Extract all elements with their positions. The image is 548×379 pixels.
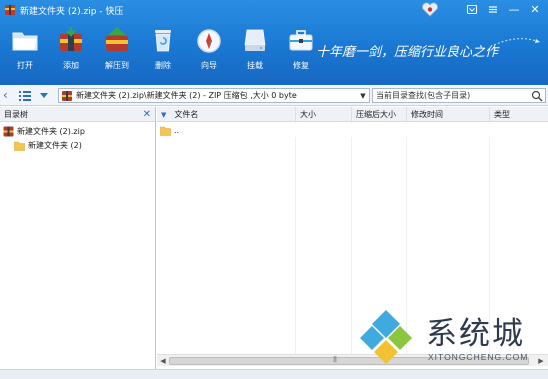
trash-icon xyxy=(155,30,171,52)
extract-archive-icon xyxy=(106,27,128,51)
scroll-left-icon[interactable]: ◀ xyxy=(158,356,168,366)
mount-label: 挂载 xyxy=(247,61,263,70)
add-archive-icon xyxy=(60,27,82,51)
window-title: 新建文件夹 (2).zip - 快压 xyxy=(20,6,124,17)
watermark-subtitle: XITONGCHENG.COM xyxy=(428,352,529,362)
skin-button[interactable] xyxy=(463,1,481,18)
tree-node-label: 新建文件夹 (2).zip xyxy=(17,126,85,136)
app-logo-icon xyxy=(5,5,15,15)
extract-button[interactable]: 解压到 xyxy=(94,25,140,75)
window-controls: — ✕ xyxy=(463,1,544,18)
tree-node-label: 新建文件夹 (2) xyxy=(28,140,82,150)
skin-heart-icon[interactable] xyxy=(420,1,440,18)
wizard-button[interactable]: 向导 xyxy=(186,25,232,75)
tree-node-archive[interactable]: 新建文件夹 (2).zip xyxy=(0,124,155,138)
column-divider xyxy=(295,122,296,354)
zip-archive-icon xyxy=(62,90,72,101)
view-list-icon[interactable] xyxy=(18,89,32,102)
minimize-button[interactable]: — xyxy=(505,1,523,18)
add-label: 添加 xyxy=(63,61,79,70)
scroll-grip-icon: ||| xyxy=(333,356,337,363)
back-arrow-icon[interactable]: ‹ xyxy=(3,89,13,102)
tree-title: 目录树 xyxy=(4,109,28,119)
address-bar: ‹ 新建文件夹 (2).zip\新建文件夹 (2) - ZIP 压缩包 ,大小 … xyxy=(0,85,548,106)
path-box[interactable]: 新建文件夹 (2).zip\新建文件夹 (2) - ZIP 压缩包 ,大小 0 … xyxy=(58,88,370,103)
list-header: ▼ 文件名 大小 压缩后大小 修改时间 类型 xyxy=(157,107,548,122)
repair-label: 修复 xyxy=(293,61,309,70)
column-label: 文件名 xyxy=(174,110,199,119)
search-icon[interactable] xyxy=(531,90,543,102)
row-name: .. xyxy=(174,125,180,135)
path-dropdown-icon[interactable]: ▼ xyxy=(357,92,369,100)
column-label: 修改时间 xyxy=(411,110,443,119)
compass-icon xyxy=(197,29,221,53)
search-box[interactable] xyxy=(372,88,546,103)
column-type[interactable]: 类型 xyxy=(490,107,548,122)
table-row[interactable]: .. xyxy=(157,123,548,137)
shirt-icon xyxy=(466,4,478,15)
watermark-title: 系统城 xyxy=(426,316,525,352)
add-button[interactable]: 添加 xyxy=(48,25,94,75)
sort-arrow-icon: ▼ xyxy=(161,110,167,119)
menu-lines-icon xyxy=(489,6,497,13)
svg-text:十年磨一剑，压缩行业良心之作: 十年磨一剑，压缩行业良心之作 xyxy=(316,44,500,60)
title-bar: 新建文件夹 (2).zip - 快压 xyxy=(4,3,123,17)
delete-button[interactable]: 删除 xyxy=(140,25,186,75)
drive-icon xyxy=(244,29,266,51)
search-input[interactable] xyxy=(376,91,531,100)
close-button[interactable]: ✕ xyxy=(526,1,544,18)
view-dropdown-icon[interactable] xyxy=(38,89,50,102)
folder-up-icon xyxy=(160,126,171,136)
extract-label: 解压到 xyxy=(105,61,129,70)
open-folder-icon xyxy=(12,32,38,51)
zip-archive-icon xyxy=(3,126,14,136)
title-toolbar-band: 新建文件夹 (2).zip - 快压 — ✕ 打开 添加 解压到 删除 向导 挂… xyxy=(0,0,548,85)
column-name[interactable]: ▼ 文件名 xyxy=(157,107,296,122)
watermark-logo-icon xyxy=(360,310,412,364)
tree-node-folder[interactable]: 新建文件夹 (2) xyxy=(0,138,155,152)
directory-tree-pane: 目录树 ✕ 新建文件夹 (2).zip 新建文件夹 (2) xyxy=(0,107,156,369)
column-compressed-size[interactable]: 压缩后大小 xyxy=(352,107,407,122)
column-label: 压缩后大小 xyxy=(356,110,396,119)
main-toolbar: 打开 添加 解压到 删除 向导 挂载 修复 xyxy=(2,25,324,75)
path-text: 新建文件夹 (2).zip\新建文件夹 (2) - ZIP 压缩包 ,大小 0 … xyxy=(76,91,297,100)
column-size[interactable]: 大小 xyxy=(296,107,352,122)
column-label: 类型 xyxy=(494,110,510,119)
column-label: 大小 xyxy=(300,110,316,119)
open-button[interactable]: 打开 xyxy=(2,25,48,75)
folder-icon xyxy=(14,141,25,151)
tree-header: 目录树 ✕ xyxy=(0,107,155,122)
column-modified-time[interactable]: 修改时间 xyxy=(407,107,490,122)
settings-button[interactable] xyxy=(484,1,502,18)
tree-close-icon[interactable]: ✕ xyxy=(143,109,151,120)
wizard-label: 向导 xyxy=(201,61,217,70)
delete-label: 删除 xyxy=(155,61,171,70)
toolbox-icon xyxy=(289,30,313,51)
watermark: 系统城 XITONGCHENG.COM xyxy=(354,306,544,374)
column-divider xyxy=(351,122,352,354)
open-label: 打开 xyxy=(17,61,33,70)
mount-button[interactable]: 挂载 xyxy=(232,25,278,75)
slogan: 十年磨一剑，压缩行业良心之作 xyxy=(316,38,540,60)
